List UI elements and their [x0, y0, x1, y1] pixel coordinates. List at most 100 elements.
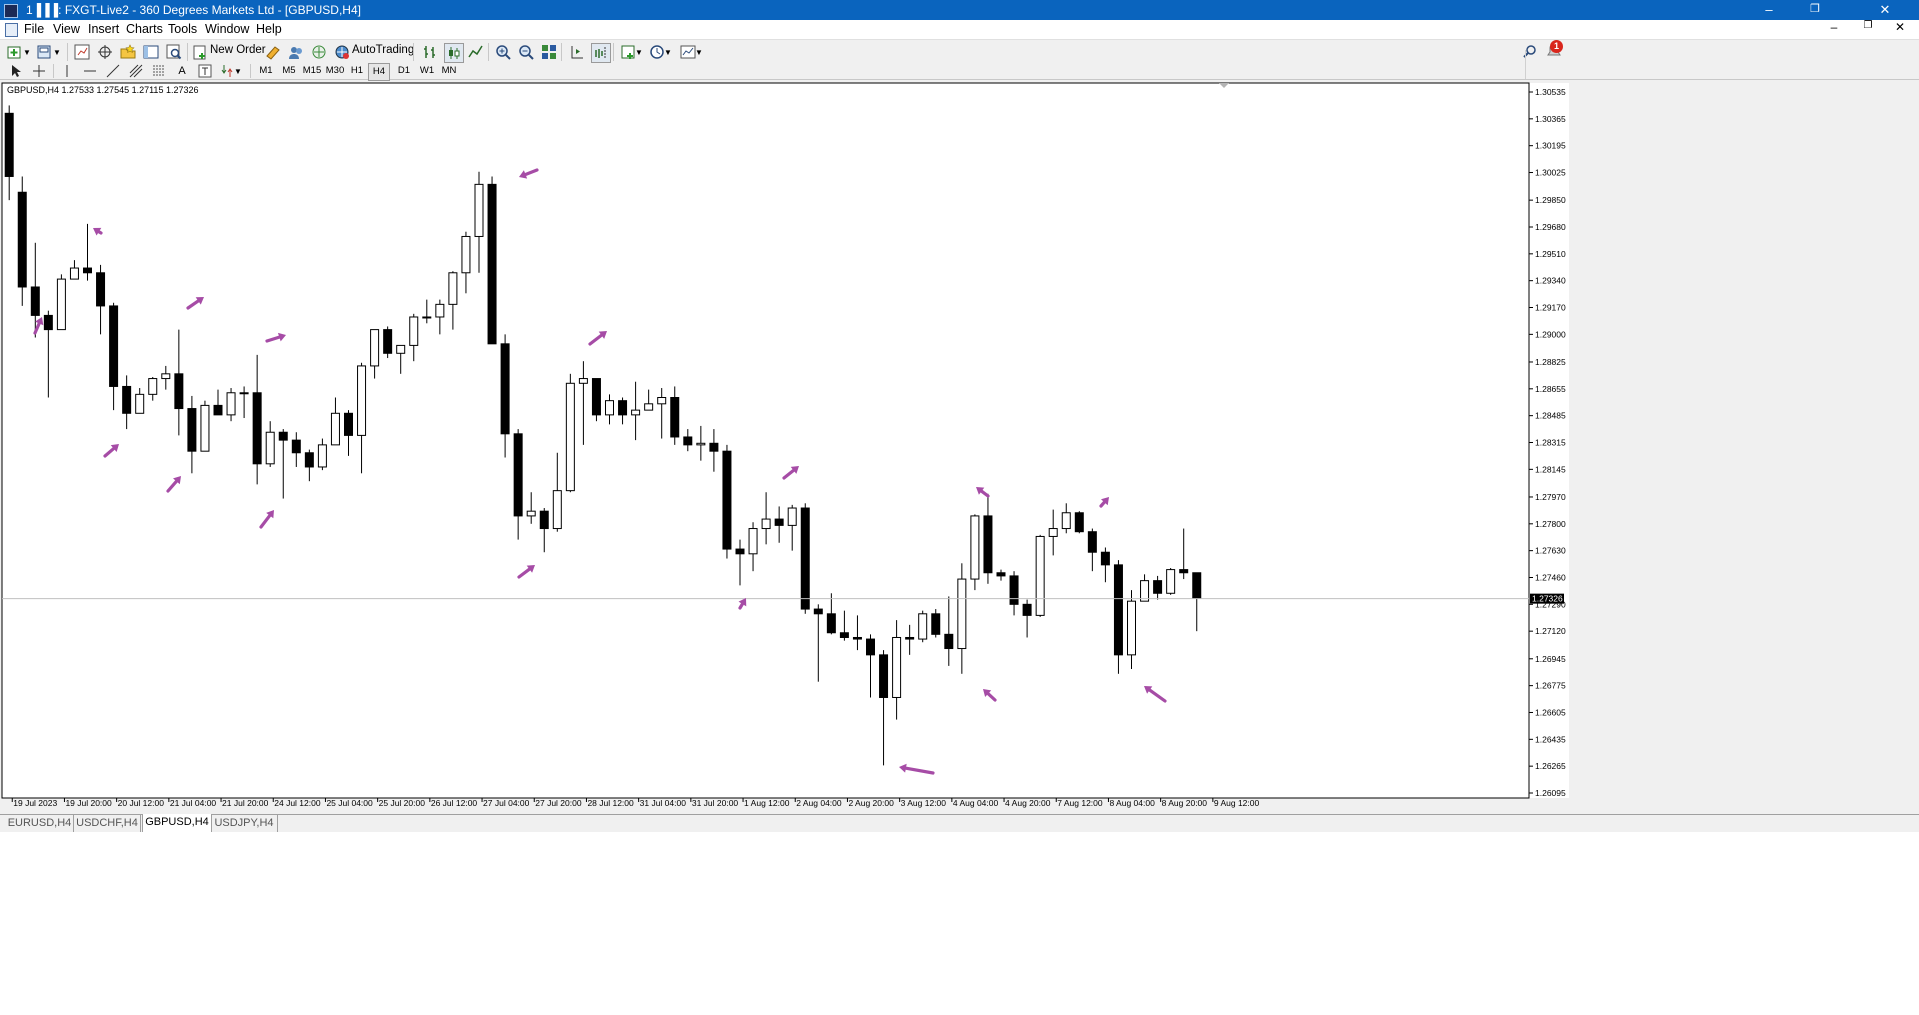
- new-order-button[interactable]: New Order: [210, 44, 266, 56]
- timeframe-m30[interactable]: M30: [323, 63, 347, 79]
- zoom-in-icon[interactable]: [494, 43, 512, 61]
- candle-body: [1113, 564, 1123, 656]
- templates-dropdown-icon[interactable]: ▼: [694, 43, 704, 61]
- minimize-button[interactable]: –: [1746, 0, 1792, 20]
- chart-info-line: GBPUSD,H4 1.27533 1.27545 1.27115 1.2732…: [7, 85, 198, 95]
- market-watch-icon[interactable]: [73, 43, 91, 61]
- terminal-icon[interactable]: [142, 43, 160, 61]
- candle: [487, 176, 497, 345]
- indicators-dropdown-icon[interactable]: ▼: [634, 43, 644, 61]
- candle-body: [17, 191, 27, 288]
- candle-body: [30, 286, 40, 316]
- x-tick-label: 7 Aug 12:00: [1057, 798, 1103, 808]
- timeframe-w1[interactable]: W1: [417, 63, 437, 79]
- tab-gbpusd[interactable]: GBPUSD,H4: [142, 814, 212, 833]
- price-chart[interactable]: 1.30535 1.30365 1.30195 1.30025 1.29850 1.296…: [0, 81, 1919, 814]
- candle: [383, 326, 393, 359]
- candle-body: [357, 365, 367, 436]
- autoscroll-icon[interactable]: [591, 43, 611, 63]
- timeframe-m15[interactable]: M15: [300, 63, 324, 79]
- close-button[interactable]: ✕: [1862, 0, 1908, 20]
- vertical-line-icon[interactable]: [58, 62, 76, 80]
- search-icon[interactable]: [1521, 43, 1539, 61]
- text-tool-icon[interactable]: A: [173, 62, 191, 80]
- x-tick-label: 4 Aug 20:00: [1005, 798, 1051, 808]
- chart-shift-icon[interactable]: [568, 43, 586, 61]
- autotrading-button[interactable]: AutoTrading: [352, 44, 414, 56]
- market-icon[interactable]: [310, 43, 328, 61]
- autotrading-icon[interactable]: [333, 43, 351, 61]
- bar-chart-icon[interactable]: [421, 43, 439, 61]
- restore-button[interactable]: ❐: [1792, 0, 1838, 20]
- timeframe-h1[interactable]: H1: [348, 63, 366, 79]
- candle-body: [1179, 569, 1189, 574]
- metaeditor-icon[interactable]: [264, 43, 282, 61]
- candle-body: [1087, 531, 1097, 553]
- y-tick-label: 1.26605: [1535, 707, 1566, 717]
- candle-body: [56, 278, 66, 331]
- timeframe-m5[interactable]: M5: [279, 63, 299, 79]
- tab-usdchf[interactable]: USDCHF,H4: [74, 815, 141, 832]
- menu-help[interactable]: Help: [256, 22, 282, 36]
- crosshair-icon[interactable]: [30, 62, 48, 80]
- chart-window-icon[interactable]: [5, 23, 18, 37]
- candle-body: [852, 636, 862, 640]
- y-tick-label: 1.30025: [1535, 168, 1566, 178]
- tab-usdjpy[interactable]: USDJPY,H4: [211, 815, 278, 832]
- candle: [1074, 511, 1084, 534]
- timeframe-d1[interactable]: D1: [395, 63, 413, 79]
- tile-windows-icon[interactable]: [540, 43, 558, 61]
- candle-body: [174, 373, 184, 410]
- menu-window[interactable]: Window: [205, 22, 249, 36]
- candle: [931, 609, 941, 638]
- strategy-tester-icon[interactable]: [165, 43, 183, 61]
- zoom-out-icon[interactable]: [517, 43, 535, 61]
- line-chart-icon[interactable]: [467, 43, 485, 61]
- data-window-icon[interactable]: [96, 43, 114, 61]
- mdi-minimize-button[interactable]: –: [1820, 20, 1848, 34]
- menu-tools[interactable]: Tools: [168, 22, 197, 36]
- navigator-icon[interactable]: [119, 43, 137, 61]
- profiles-dropdown-icon[interactable]: ▼: [52, 43, 62, 61]
- title-bar: 1▐▐▐: FXGT-Live2 - 360 Degrees Markets L…: [0, 0, 1919, 20]
- candle-body: [122, 385, 132, 414]
- candle: [56, 274, 66, 331]
- candlestick-chart-icon[interactable]: [444, 43, 464, 63]
- chart-window[interactable]: 1.30535 1.30365 1.30195 1.30025 1.29850 1.296…: [0, 81, 1919, 814]
- periods-dropdown-icon[interactable]: ▼: [663, 43, 673, 61]
- candle-body: [435, 303, 445, 318]
- horizontal-line-icon[interactable]: [81, 62, 99, 80]
- x-tick-label: 9 Aug 12:00: [1214, 798, 1260, 808]
- terminal-logo-icon: [4, 4, 18, 18]
- mdi-close-button[interactable]: ✕: [1886, 20, 1914, 34]
- x-tick-label: 1 Aug 12:00: [744, 798, 790, 808]
- mdi-restore-button[interactable]: ❐: [1854, 20, 1882, 31]
- menu-view[interactable]: View: [53, 22, 80, 36]
- menu-insert[interactable]: Insert: [88, 22, 119, 36]
- signals-icon[interactable]: [287, 43, 305, 61]
- y-tick-label: 1.29680: [1535, 222, 1566, 232]
- y-tick-label: 1.28655: [1535, 384, 1566, 394]
- candle-body: [539, 510, 549, 530]
- channel-icon[interactable]: [127, 62, 145, 80]
- y-tick-label: 1.27970: [1535, 492, 1566, 502]
- trendline-icon[interactable]: [104, 62, 122, 80]
- tab-eurusd[interactable]: EURUSD,H4: [6, 815, 74, 832]
- new-chart-dropdown-icon[interactable]: ▼: [22, 43, 32, 61]
- timeframe-m1[interactable]: M1: [256, 63, 276, 79]
- menu-file[interactable]: File: [24, 22, 44, 36]
- x-tick-label: 21 Jul 20:00: [222, 798, 269, 808]
- arrows-dropdown-icon[interactable]: ▼: [233, 62, 243, 80]
- timeframe-h4[interactable]: H4: [368, 63, 390, 81]
- menu-charts[interactable]: Charts: [126, 22, 163, 36]
- candle-body: [1061, 512, 1071, 530]
- candle-body: [461, 235, 471, 274]
- y-tick-label: 1.29000: [1535, 329, 1566, 339]
- new-order-icon[interactable]: [192, 43, 210, 61]
- timeframe-mn[interactable]: MN: [439, 63, 459, 79]
- fibonacci-icon[interactable]: [150, 62, 168, 80]
- candle-body: [83, 267, 92, 274]
- cursor-icon[interactable]: [7, 62, 25, 80]
- text-label-icon[interactable]: [196, 62, 214, 80]
- y-tick-label: 1.27630: [1535, 546, 1566, 556]
